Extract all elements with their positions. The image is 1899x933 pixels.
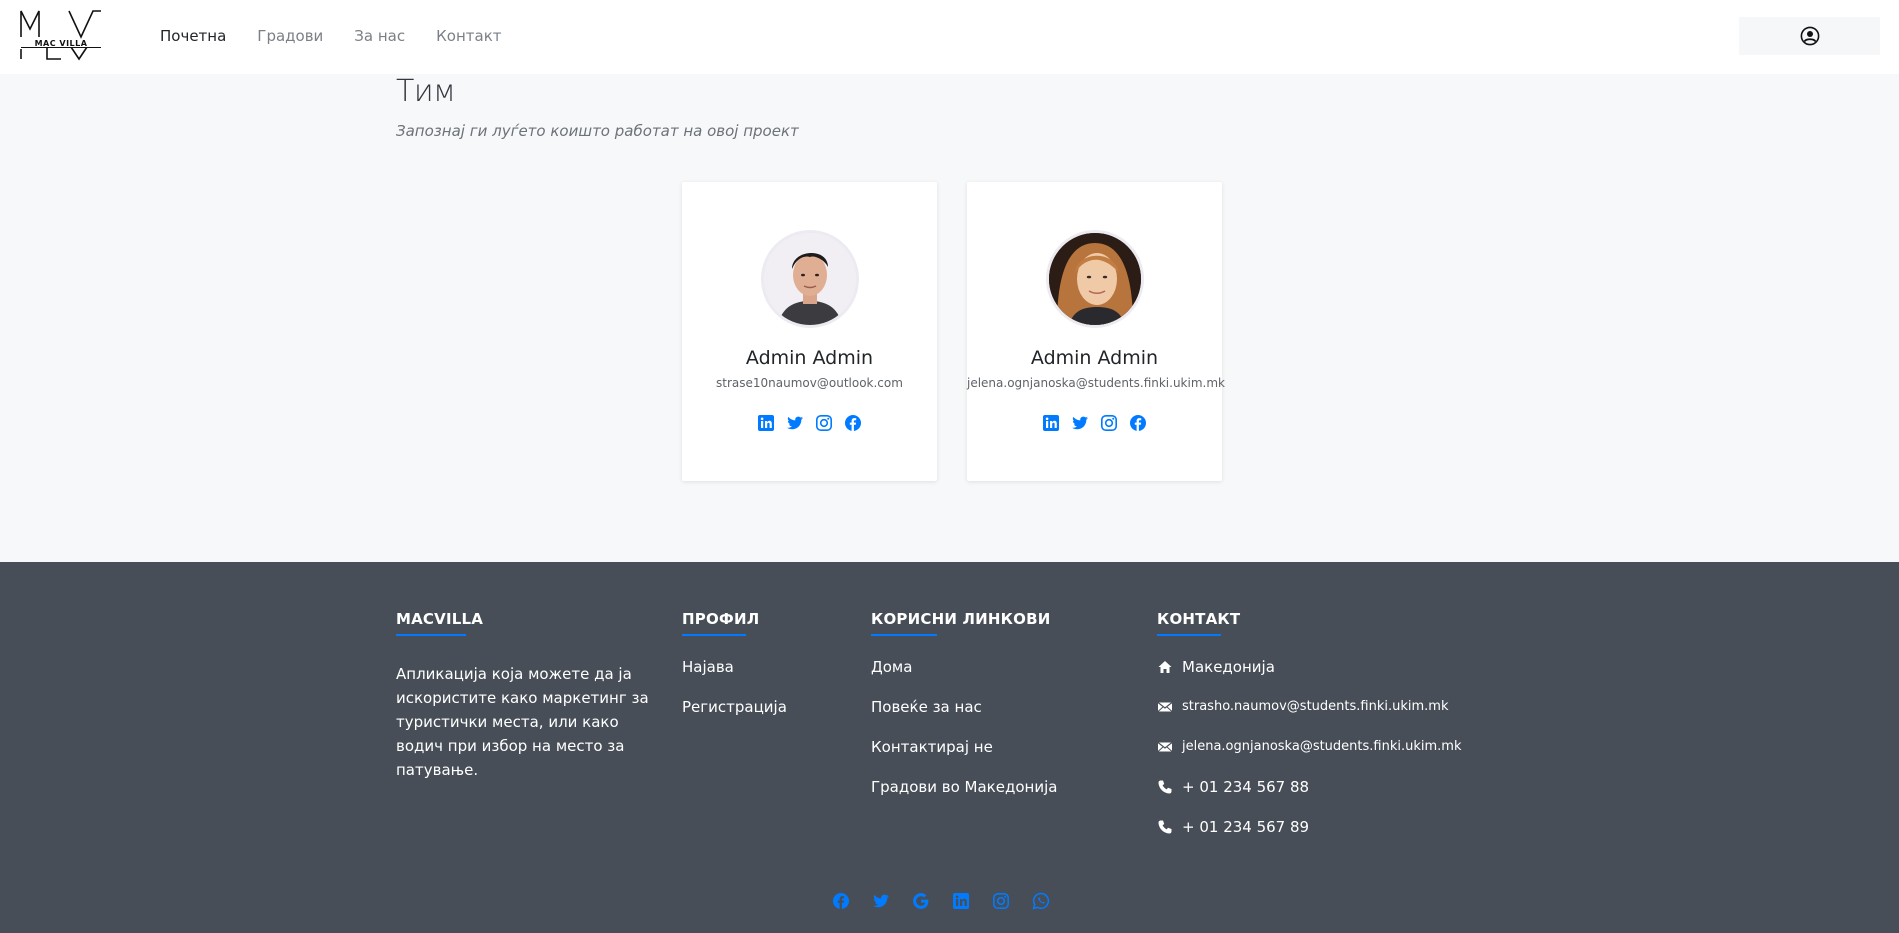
- contact-location: Македонија: [1157, 657, 1461, 697]
- phone-icon: [1158, 820, 1172, 834]
- user-circle-icon: [1800, 26, 1819, 46]
- twitter-icon[interactable]: [872, 892, 890, 910]
- footer-profile: ПРОФИЛ Најава Регистрација: [682, 610, 787, 737]
- footer-about: MACVILLA Апликација која можете да ја ис…: [396, 610, 656, 782]
- nav-item-home[interactable]: Почетна: [160, 27, 226, 45]
- facebook-icon[interactable]: [844, 414, 862, 432]
- google-icon[interactable]: [912, 892, 930, 910]
- envelope-icon: [1157, 702, 1173, 712]
- footer-link-register[interactable]: Регистрација: [682, 697, 787, 737]
- member-socials: [682, 414, 937, 432]
- member-name: Admin Admin: [745, 347, 874, 369]
- team-member-card: Admin Admin jelena.ognjanoska@students.f…: [967, 182, 1225, 481]
- phone-icon: [1158, 780, 1172, 794]
- footer-link-contact[interactable]: Контактирај не: [871, 737, 1057, 777]
- member-socials: [967, 414, 1222, 432]
- contact-phone-text[interactable]: + 01 234 567 88: [1182, 777, 1309, 797]
- contact-phone-text[interactable]: + 01 234 567 89: [1182, 817, 1309, 837]
- nav-item-cities[interactable]: Градови: [257, 27, 323, 45]
- facebook-icon[interactable]: [1129, 414, 1147, 432]
- facebook-icon[interactable]: [832, 892, 850, 910]
- heading-underline: [1157, 634, 1221, 636]
- team-title: Тим: [396, 74, 456, 109]
- footer: MACVILLA Апликација која можете да ја ис…: [0, 562, 1899, 933]
- navbar: MAC VILLA Почетна Градови За нас Контакт: [0, 0, 1899, 74]
- footer-useful-links: КОРИСНИ ЛИНКОВИ Дома Повеќе за нас Конта…: [871, 610, 1057, 817]
- nav-item-contact[interactable]: Контакт: [436, 27, 501, 45]
- linkedin-icon[interactable]: [757, 414, 775, 432]
- user-menu-button[interactable]: [1739, 17, 1880, 55]
- member-name: Admin Admin: [1030, 347, 1159, 369]
- contact-email-text[interactable]: strasho.naumov@students.finki.ukim.mk: [1182, 697, 1448, 717]
- footer-contact-heading: КОНТАКТ: [1157, 610, 1241, 628]
- footer-link-home[interactable]: Дома: [871, 657, 1057, 697]
- home-icon: [1158, 661, 1172, 673]
- contact-email-2: jelena.ognjanoska@students.finki.ukim.mk: [1157, 737, 1461, 777]
- member-email: strase10naumov@outlook.com: [716, 376, 903, 390]
- footer-link-login[interactable]: Најава: [682, 657, 787, 697]
- envelope-icon: [1157, 742, 1173, 752]
- footer-link-cities[interactable]: Градови во Македонија: [871, 777, 1057, 817]
- member-email: jelena.ognjanoska@students.finki.ukim.mk: [967, 376, 1225, 390]
- twitter-icon[interactable]: [1071, 414, 1089, 432]
- instagram-icon[interactable]: [815, 414, 833, 432]
- avatar: [761, 230, 859, 328]
- team-subtitle: Запознај ги луѓето коишто работат на ово…: [396, 122, 799, 140]
- avatar: [1046, 230, 1144, 328]
- whatsapp-icon[interactable]: [1032, 892, 1050, 910]
- contact-phone-2: + 01 234 567 89: [1157, 817, 1461, 857]
- footer-profile-heading: ПРОФИЛ: [682, 610, 760, 628]
- contact-email-text[interactable]: jelena.ognjanoska@students.finki.ukim.mk: [1182, 737, 1461, 757]
- heading-underline: [871, 634, 937, 636]
- footer-useful-heading: КОРИСНИ ЛИНКОВИ: [871, 610, 1051, 628]
- instagram-icon[interactable]: [992, 892, 1010, 910]
- instagram-icon[interactable]: [1100, 414, 1118, 432]
- heading-underline: [396, 634, 466, 636]
- heading-underline: [682, 634, 746, 636]
- footer-about-heading: MACVILLA: [396, 610, 484, 628]
- nav-item-about[interactable]: За нас: [354, 27, 405, 45]
- footer-about-text: Апликација која можете да ја искористите…: [396, 665, 649, 779]
- contact-location-text: Македонија: [1182, 658, 1275, 676]
- team-member-card: Admin Admin strase10naumov@outlook.com: [682, 182, 937, 481]
- logo-text: MAC VILLA: [35, 39, 88, 48]
- footer-social-links: [832, 892, 1050, 910]
- macvilla-logo[interactable]: MAC VILLA: [19, 9, 103, 61]
- footer-contact: КОНТАКТ Македонија strasho.naumov@studen…: [1157, 610, 1461, 857]
- linkedin-icon[interactable]: [952, 892, 970, 910]
- contact-email-1: strasho.naumov@students.finki.ukim.mk: [1157, 697, 1461, 737]
- linkedin-icon[interactable]: [1042, 414, 1060, 432]
- twitter-icon[interactable]: [786, 414, 804, 432]
- contact-phone-1: + 01 234 567 88: [1157, 777, 1461, 817]
- main-nav: Почетна Градови За нас Контакт: [160, 0, 502, 72]
- footer-link-about[interactable]: Повеќе за нас: [871, 697, 1057, 737]
